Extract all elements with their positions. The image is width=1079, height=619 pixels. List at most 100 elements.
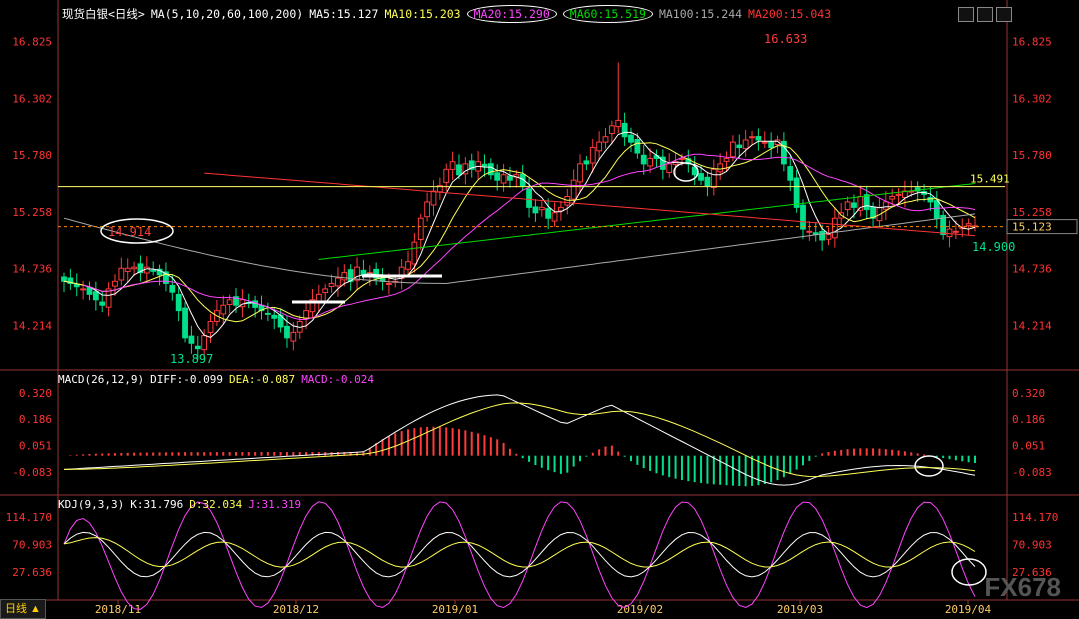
candle-body bbox=[844, 201, 851, 211]
main-y-tick-right: 14.736 bbox=[1012, 263, 1052, 276]
candle-body bbox=[946, 228, 953, 238]
candle-body bbox=[825, 234, 832, 240]
candle-body bbox=[80, 288, 87, 291]
candle-body bbox=[640, 154, 647, 165]
candle-body bbox=[889, 196, 896, 200]
candle-body bbox=[73, 283, 80, 288]
main-y-tick-right: 16.825 bbox=[1012, 36, 1052, 49]
candle-body bbox=[99, 301, 106, 306]
candle-body bbox=[666, 163, 673, 173]
candle-body bbox=[500, 174, 507, 184]
macd-dea: DEA:-0.087 bbox=[228, 373, 296, 386]
candle-body bbox=[201, 335, 208, 351]
candle-body bbox=[800, 204, 806, 230]
main-y-tick-right: 15.780 bbox=[1012, 149, 1052, 162]
candle-body bbox=[602, 136, 609, 143]
main-y-tick-right: 14.214 bbox=[1012, 319, 1052, 332]
candle-body bbox=[608, 125, 615, 134]
ma10-value: MA10:15.203 bbox=[384, 7, 461, 21]
period-label[interactable]: <日线> bbox=[108, 7, 145, 21]
candle-body bbox=[405, 261, 411, 270]
chart-canvas[interactable]: 16.825 16.825 16.302 16.302 15.780 15.780 15.2… bbox=[0, 0, 1079, 619]
kdj-j: J:31.319 bbox=[248, 498, 302, 511]
main-y-tick-left: 16.302 bbox=[12, 92, 52, 105]
macd-y-tick-left: 0.320 bbox=[19, 387, 52, 400]
candle-body bbox=[494, 172, 501, 181]
macd-definition: MACD(26,12,9) bbox=[58, 373, 145, 386]
candle-body bbox=[188, 335, 195, 344]
ma5-line bbox=[63, 131, 976, 338]
candle-body bbox=[131, 266, 137, 270]
kdj-k-line bbox=[63, 531, 976, 578]
candle-body bbox=[220, 304, 227, 315]
candle-body bbox=[596, 141, 603, 152]
candle-body bbox=[207, 321, 214, 333]
macd-header: MACD(26,12,9) DIFF:-0.099 DEA:-0.087 MACD:-… bbox=[58, 373, 380, 386]
candle-body bbox=[755, 136, 762, 141]
candle-body bbox=[112, 280, 118, 287]
candle-body bbox=[723, 157, 730, 162]
candle-body bbox=[328, 282, 335, 287]
high-label: 16.633 bbox=[764, 32, 807, 46]
candle-body bbox=[927, 196, 934, 203]
kdj-header: KDJ(9,3,3) K:31.796 D:32.034 J:31.319 bbox=[58, 498, 307, 511]
candle-body bbox=[124, 267, 131, 272]
candles bbox=[61, 62, 978, 360]
main-y-tick-right: 16.302 bbox=[1012, 92, 1052, 105]
candle-body bbox=[443, 168, 450, 183]
candle-body bbox=[589, 147, 596, 164]
candle-body bbox=[965, 223, 972, 226]
kdj-definition: KDJ(9,3,3) bbox=[58, 498, 125, 511]
candle-body bbox=[424, 201, 431, 218]
macd-value: MACD:-0.024 bbox=[301, 373, 375, 386]
macd-y-tick-right: 0.320 bbox=[1012, 387, 1045, 400]
candle-body bbox=[787, 166, 794, 181]
candle-body bbox=[271, 314, 278, 319]
candle-body bbox=[704, 176, 711, 187]
kdj-y-tick-right: 70.903 bbox=[1012, 538, 1052, 551]
kdj-y-tick-left: 70.903 bbox=[12, 538, 52, 551]
candle-body bbox=[628, 134, 634, 143]
candle-body bbox=[194, 345, 201, 350]
main-y-tick-left: 14.736 bbox=[12, 263, 52, 276]
left-mark-label: 14.914 bbox=[108, 225, 151, 239]
macd-histogram bbox=[69, 426, 976, 487]
candle-body bbox=[430, 190, 437, 206]
macd-y-tick-right: -0.083 bbox=[1012, 466, 1052, 479]
ma60-line bbox=[318, 183, 976, 260]
candle-body bbox=[264, 312, 271, 315]
candle-body bbox=[341, 272, 348, 281]
candle-body bbox=[933, 200, 940, 219]
expand-button[interactable] bbox=[977, 7, 993, 22]
low-label: 13.897 bbox=[170, 352, 213, 366]
candle-body bbox=[742, 139, 749, 150]
main-y-tick-left: 15.780 bbox=[12, 149, 52, 162]
resistance-label: 15.491 bbox=[970, 173, 1010, 186]
kdj-y-tick-left: 114.170 bbox=[6, 511, 52, 524]
macd-y-tick-left: 0.051 bbox=[19, 440, 52, 453]
macd-diff-line bbox=[63, 394, 976, 486]
highlight-circle bbox=[951, 558, 987, 586]
candle-body bbox=[952, 230, 959, 233]
candle-body bbox=[710, 168, 717, 189]
candle-body bbox=[749, 136, 755, 139]
candle-body bbox=[92, 291, 99, 301]
candle-body bbox=[417, 217, 424, 241]
candle-body bbox=[169, 284, 176, 293]
ma200-value: MA200:15.043 bbox=[748, 7, 832, 21]
candle-body bbox=[290, 331, 297, 342]
instrument-name: 现货白银 bbox=[62, 7, 108, 21]
settings-button[interactable] bbox=[958, 7, 974, 22]
macd-y-tick-left: 0.186 bbox=[19, 413, 52, 426]
watermark-logo: FX678 bbox=[984, 572, 1061, 602]
ma20-value: MA20:15.290 bbox=[466, 5, 557, 23]
period-tab[interactable]: 日线 ▲ bbox=[0, 599, 46, 619]
x-tick-label: 2018/11 bbox=[95, 603, 141, 616]
candle-body bbox=[895, 193, 902, 196]
close-button[interactable] bbox=[996, 7, 1012, 22]
candle-body bbox=[768, 140, 775, 149]
candle-body bbox=[551, 212, 558, 222]
candle-body bbox=[806, 230, 813, 233]
candle-body bbox=[303, 310, 309, 319]
macd-dea-line bbox=[64, 402, 976, 478]
